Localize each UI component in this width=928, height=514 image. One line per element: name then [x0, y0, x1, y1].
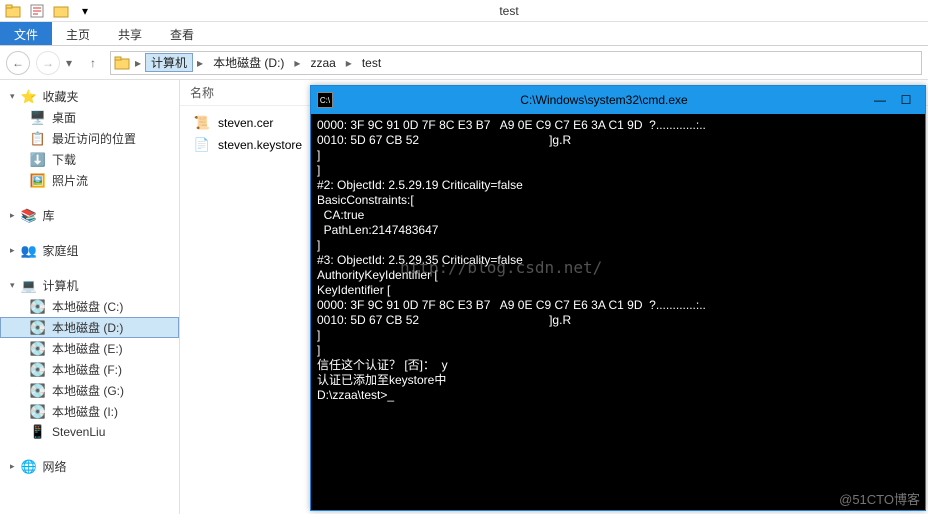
address-folder-icon	[113, 54, 131, 72]
cmd-line: 0010: 5D 67 CB 52 ]g.R	[317, 133, 919, 148]
sidebar-item-downloads[interactable]: ⬇️下载	[0, 149, 179, 170]
photo-icon: 🖼️	[30, 173, 46, 189]
sidebar-computer[interactable]: ▾💻计算机	[0, 275, 179, 296]
folder-icon[interactable]	[4, 2, 22, 20]
nav-bar: ← → ▾ ↑ ▸ 计算机 ▸ 本地磁盘 (D:) ▸ zzaa ▸ test	[0, 46, 928, 80]
window-titlebar: ▾ test	[0, 0, 928, 22]
cmd-line: 0000: 3F 9C 91 0D 7F 8C E3 B7 A9 0E C9 C…	[317, 118, 919, 133]
star-icon: ⭐	[21, 89, 37, 105]
chevron-right-icon[interactable]: ▸	[193, 56, 207, 70]
minimize-button[interactable]: —	[867, 90, 893, 110]
cmd-line: ]	[317, 163, 919, 178]
cmd-line: D:\zzaa\test>_	[317, 388, 919, 403]
sidebar-item-drive-d[interactable]: 💽本地磁盘 (D:)	[0, 317, 179, 338]
sidebar-item-drive-e[interactable]: 💽本地磁盘 (E:)	[0, 338, 179, 359]
tab-home[interactable]: 主页	[52, 22, 104, 45]
sidebar-favorites[interactable]: ▾⭐收藏夹	[0, 86, 179, 107]
address-bar[interactable]: ▸ 计算机 ▸ 本地磁盘 (D:) ▸ zzaa ▸ test	[110, 51, 922, 75]
recent-icon: 📋	[30, 131, 46, 147]
homegroup-icon: 👥	[21, 243, 37, 259]
cmd-icon: C:\	[317, 92, 333, 108]
cmd-line: ]	[317, 148, 919, 163]
sidebar-network[interactable]: ▸🌐网络	[0, 456, 179, 477]
cmd-line: 信任这个认证？ [否]： y	[317, 358, 919, 373]
nav-tree: ▾⭐收藏夹 🖥️桌面 📋最近访问的位置 ⬇️下载 🖼️照片流 ▸📚库 ▸👥家庭组…	[0, 80, 180, 514]
sidebar-item-desktop[interactable]: 🖥️桌面	[0, 107, 179, 128]
chevron-right-icon: ▸	[10, 245, 15, 256]
sidebar-item-stevenliu[interactable]: 📱StevenLiu	[0, 422, 179, 442]
cmd-title-text: C:\Windows\system32\cmd.exe	[341, 93, 867, 107]
breadcrumb-segment[interactable]: zzaa	[304, 56, 341, 70]
cert-icon: 📜	[194, 115, 210, 131]
network-icon: 🌐	[21, 459, 37, 475]
cmd-line: ]	[317, 343, 919, 358]
breadcrumb-segment[interactable]: test	[356, 56, 387, 70]
tab-view[interactable]: 查看	[156, 22, 208, 45]
breadcrumb-segment[interactable]: 本地磁盘 (D:)	[207, 54, 290, 71]
chevron-right-icon[interactable]: ▸	[131, 56, 145, 70]
folder-open-icon[interactable]	[52, 2, 70, 20]
tab-file[interactable]: 文件	[0, 22, 52, 45]
chevron-right-icon: ▸	[10, 210, 15, 221]
drive-icon: 💽	[30, 299, 46, 315]
cmd-line: CA:true	[317, 208, 919, 223]
chevron-right-icon[interactable]: ▸	[290, 56, 304, 70]
sidebar-item-drive-i[interactable]: 💽本地磁盘 (I:)	[0, 401, 179, 422]
tab-share[interactable]: 共享	[104, 22, 156, 45]
quick-access-toolbar: ▾	[4, 2, 94, 20]
sidebar-item-drive-c[interactable]: 💽本地磁盘 (C:)	[0, 296, 179, 317]
download-icon: ⬇️	[30, 152, 46, 168]
cmd-line: #2: ObjectId: 2.5.29.19 Criticality=fals…	[317, 178, 919, 193]
chevron-right-icon[interactable]: ▸	[342, 56, 356, 70]
sidebar-item-recent[interactable]: 📋最近访问的位置	[0, 128, 179, 149]
cmd-line: 0010: 5D 67 CB 52 ]g.R	[317, 313, 919, 328]
chevron-down-icon: ▾	[10, 91, 15, 102]
sidebar-item-drive-f[interactable]: 💽本地磁盘 (F:)	[0, 359, 179, 380]
library-icon: 📚	[21, 208, 37, 224]
forward-button[interactable]: →	[36, 51, 60, 75]
computer-icon: 💻	[21, 278, 37, 294]
maximize-button[interactable]: ☐	[893, 90, 919, 110]
chevron-right-icon: ▸	[10, 461, 15, 472]
cmd-titlebar[interactable]: C:\ C:\Windows\system32\cmd.exe — ☐	[311, 86, 925, 114]
ribbon-tabs: 文件 主页 共享 查看	[0, 22, 928, 46]
file-icon: 📄	[194, 137, 210, 153]
drive-icon: 💽	[30, 404, 46, 420]
drive-icon: 💽	[30, 341, 46, 357]
cmd-line: 0000: 3F 9C 91 0D 7F 8C E3 B7 A9 0E C9 C…	[317, 298, 919, 313]
watermark-center: http://blog.csdn.net/	[400, 258, 602, 277]
sidebar-homegroup[interactable]: ▸👥家庭组	[0, 240, 179, 261]
watermark-corner: @51CTO博客	[839, 489, 920, 508]
sidebar-libraries[interactable]: ▸📚库	[0, 205, 179, 226]
drive-icon: 💽	[30, 320, 46, 336]
properties-icon[interactable]	[28, 2, 46, 20]
drive-icon: 💽	[30, 383, 46, 399]
back-button[interactable]: ←	[6, 51, 30, 75]
desktop-icon: 🖥️	[30, 110, 46, 126]
qa-overflow-icon[interactable]: ▾	[76, 2, 94, 20]
cmd-line: PathLen:2147483647	[317, 223, 919, 238]
recent-dropdown-icon[interactable]: ▾	[66, 56, 76, 70]
cmd-line: ]	[317, 238, 919, 253]
breadcrumb-segment[interactable]: 计算机	[145, 53, 193, 72]
up-button[interactable]: ↑	[82, 52, 104, 74]
chevron-down-icon: ▾	[10, 280, 15, 291]
cmd-line: ]	[317, 328, 919, 343]
sidebar-item-drive-g[interactable]: 💽本地磁盘 (G:)	[0, 380, 179, 401]
device-icon: 📱	[30, 424, 46, 440]
cmd-window: C:\ C:\Windows\system32\cmd.exe — ☐ 0000…	[310, 85, 926, 511]
window-title: test	[94, 4, 924, 18]
cmd-line: 认证已添加至keystore中	[317, 373, 919, 388]
sidebar-item-photostream[interactable]: 🖼️照片流	[0, 170, 179, 191]
cmd-line: BasicConstraints:[	[317, 193, 919, 208]
drive-icon: 💽	[30, 362, 46, 378]
cmd-line: KeyIdentifier [	[317, 283, 919, 298]
